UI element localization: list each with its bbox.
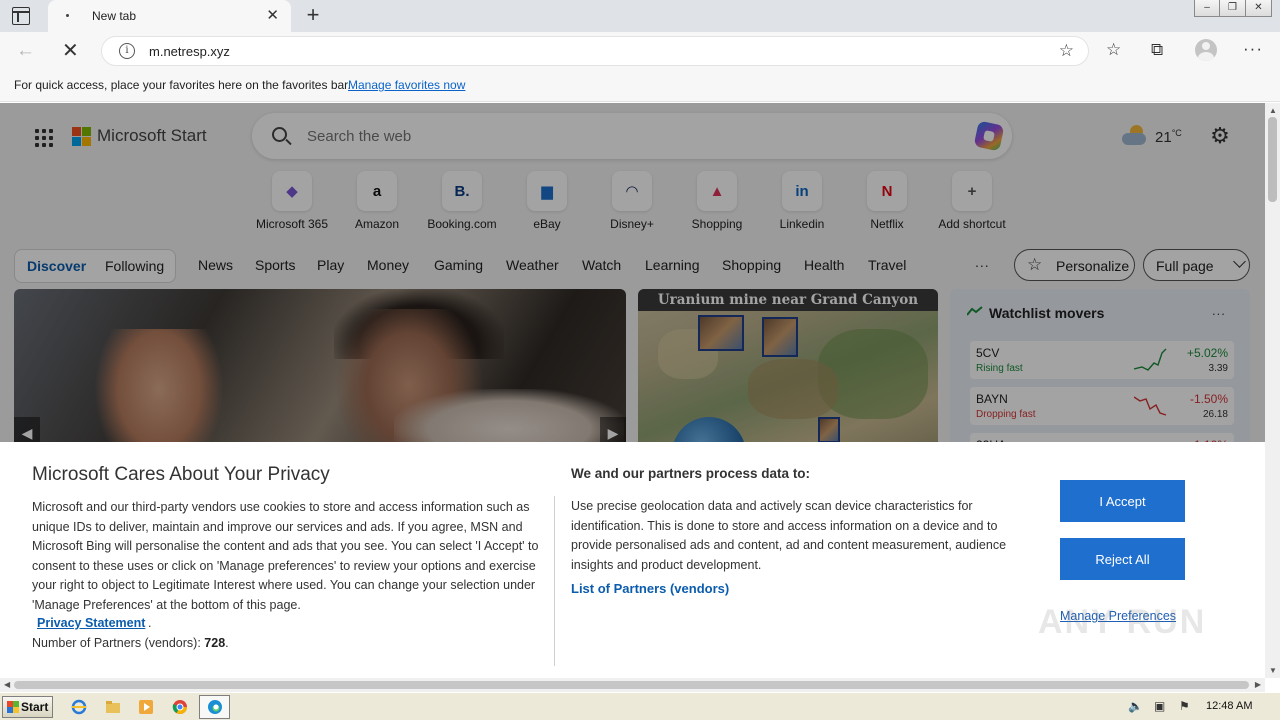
vertical-scrollbar[interactable]: ▲ ▼: [1265, 103, 1280, 678]
favorites-icon[interactable]: ☆: [1106, 40, 1121, 60]
loading-dot-icon: [66, 14, 69, 17]
favorites-hint: For quick access, place your favorites h…: [14, 78, 351, 92]
scroll-right-icon[interactable]: ▶: [1255, 680, 1261, 689]
vendors-list-link[interactable]: List of Partners (vendors): [571, 581, 729, 596]
scroll-down-icon[interactable]: ▼: [1269, 666, 1277, 675]
partners-count: Number of Partners (vendors): 728.: [32, 636, 229, 650]
tab-actions-icon[interactable]: [12, 7, 30, 25]
scroll-up-icon[interactable]: ▲: [1269, 106, 1277, 115]
url-text[interactable]: m.netresp.xyz: [149, 44, 230, 59]
site-info-icon[interactable]: i: [119, 43, 135, 59]
privacy-statement-link[interactable]: Privacy Statement: [37, 616, 145, 630]
start-button[interactable]: Start: [2, 696, 53, 718]
network-icon[interactable]: ▣: [1154, 699, 1165, 713]
purposes-text: Use precise geolocation data and activel…: [571, 499, 1007, 572]
privacy-statement-period: .: [148, 616, 152, 630]
scroll-left-icon[interactable]: ◀: [4, 680, 10, 689]
media-player-icon[interactable]: [138, 699, 154, 715]
minimize-button[interactable]: –: [1194, 0, 1220, 17]
chrome-icon[interactable]: [172, 699, 188, 715]
privacy-title: Microsoft Cares About Your Privacy: [32, 464, 330, 485]
taskbar-edge-button[interactable]: [199, 695, 230, 719]
close-tab-icon[interactable]: ✕: [266, 7, 279, 25]
accept-button[interactable]: I Accept: [1060, 480, 1185, 522]
file-explorer-icon[interactable]: [105, 699, 121, 715]
taskbar: Start 🔈 ▣ ⚑ 12:48 AM: [0, 692, 1280, 720]
internet-explorer-icon[interactable]: [71, 699, 87, 715]
privacy-consent-banner: Microsoft Cares About Your Privacy Micro…: [0, 442, 1265, 678]
volume-icon[interactable]: 🔈: [1128, 699, 1143, 713]
horizontal-scrollbar[interactable]: ◀ ▶: [0, 678, 1265, 692]
new-tab-button[interactable]: +: [301, 3, 325, 27]
collections-icon[interactable]: ⧉: [1151, 40, 1163, 60]
close-window-button[interactable]: ✕: [1246, 0, 1272, 17]
toolbar: ← ✕ i m.netresp.xyz ☆ ☆ ⧉ ···: [0, 32, 1280, 70]
edge-icon: [208, 700, 222, 714]
back-arrow-icon[interactable]: ←: [16, 40, 35, 62]
profile-avatar-icon[interactable]: [1195, 39, 1217, 61]
privacy-body: Microsoft and our third-party vendors us…: [32, 500, 539, 612]
windows-logo-icon: [7, 701, 19, 713]
address-bar[interactable]: i m.netresp.xyz ☆: [101, 36, 1089, 66]
purposes-heading: We and our partners process data to:: [571, 466, 811, 481]
hscroll-thumb[interactable]: [14, 681, 1249, 689]
add-favorite-star-icon[interactable]: ☆: [1059, 41, 1074, 61]
stop-loading-icon[interactable]: ✕: [62, 38, 79, 63]
tab-new-tab[interactable]: New tab ✕: [48, 0, 291, 32]
manage-favorites-link[interactable]: Manage favorites now: [348, 78, 465, 92]
divider: [554, 496, 555, 666]
tab-strip: New tab ✕ + – ❐ ✕: [0, 0, 1280, 32]
reject-all-button[interactable]: Reject All: [1060, 538, 1185, 580]
tab-title: New tab: [92, 9, 137, 23]
system-clock[interactable]: 12:48 AM: [1206, 700, 1252, 712]
settings-more-icon[interactable]: ···: [1243, 39, 1263, 59]
scroll-thumb[interactable]: [1268, 117, 1277, 202]
favorites-bar: For quick access, place your favorites h…: [0, 70, 1280, 102]
restore-button[interactable]: ❐: [1220, 0, 1246, 17]
watermark-logo: ANY RUN: [1038, 603, 1207, 641]
action-center-flag-icon[interactable]: ⚑: [1179, 699, 1190, 713]
window-controls: – ❐ ✕: [1194, 0, 1272, 18]
